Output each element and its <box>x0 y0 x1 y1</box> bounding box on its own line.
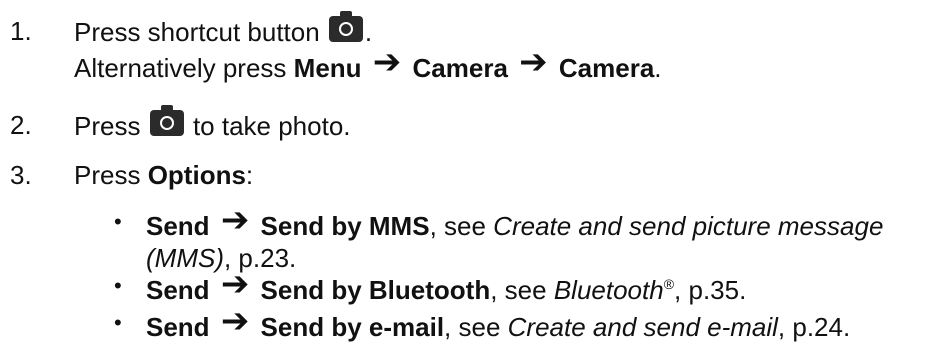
send-label: Send <box>146 312 210 342</box>
reference-link: Bluetooth <box>553 275 664 305</box>
arrow-right-icon: ➔ <box>220 264 250 304</box>
see-text: , see <box>429 211 486 241</box>
send-target-label: Send by e-mail <box>260 312 445 342</box>
step-text: Press shortcut button <box>74 17 320 47</box>
send-target-label: Send by MMS <box>260 211 430 241</box>
send-label: Send <box>146 275 210 305</box>
step-2-text: Press to take photo. <box>74 105 351 141</box>
step-1-line-2: Alternatively press Menu ➔ Camera ➔ Came… <box>74 42 662 83</box>
menu-label: Menu <box>293 53 362 83</box>
step-1-text: Press shortcut button . Alternatively pr… <box>74 11 662 83</box>
send-label: Send <box>146 211 210 241</box>
options-label: Options <box>147 160 246 190</box>
page-ref: , p.35. <box>674 275 747 305</box>
camera-icon <box>149 105 184 136</box>
list-item-text: Send ➔ Send by MMS, see Create and send … <box>146 200 884 273</box>
step-number: 1. <box>10 16 32 46</box>
step-text: . <box>654 53 662 83</box>
camera-submenu-label: Camera <box>558 53 655 83</box>
step-number: 3. <box>10 160 32 190</box>
registered-mark: ® <box>663 276 675 292</box>
see-text: , see <box>490 275 547 305</box>
list-item-text: Send ➔ Send by Bluetooth, see Bluetooth®… <box>146 264 747 305</box>
page-ref: , p.24. <box>777 312 851 342</box>
reference-link: Create and send picture message <box>493 211 884 241</box>
bullet-icon: • <box>114 209 122 234</box>
arrow-right-icon: ➔ <box>519 42 548 82</box>
camera-icon <box>328 11 363 42</box>
step-3-text: Press Options: <box>74 160 253 190</box>
step-text: : <box>245 160 254 190</box>
step-text: to take photo. <box>192 111 351 141</box>
step-text: Alternatively press <box>74 53 287 83</box>
arrow-right-icon: ➔ <box>220 301 250 341</box>
send-target-label: Send by Bluetooth <box>260 275 491 305</box>
bullet-icon: • <box>114 310 122 335</box>
arrow-right-icon: ➔ <box>372 42 402 82</box>
bullet-icon: • <box>114 273 122 298</box>
step-number: 2. <box>10 110 32 140</box>
step-1-line-1: Press shortcut button . <box>74 11 662 47</box>
reference-link: (MMS) <box>146 243 224 273</box>
reference-link: Create and send e-mail <box>507 312 778 342</box>
step-text: . <box>364 17 373 47</box>
camera-menu-label: Camera <box>412 53 508 83</box>
step-text: Press <box>74 111 141 141</box>
see-text: , see <box>444 312 501 342</box>
list-item-text: Send ➔ Send by e-mail, see Create and se… <box>146 301 851 342</box>
arrow-right-icon: ➔ <box>220 200 250 240</box>
step-text: Press <box>74 160 141 190</box>
